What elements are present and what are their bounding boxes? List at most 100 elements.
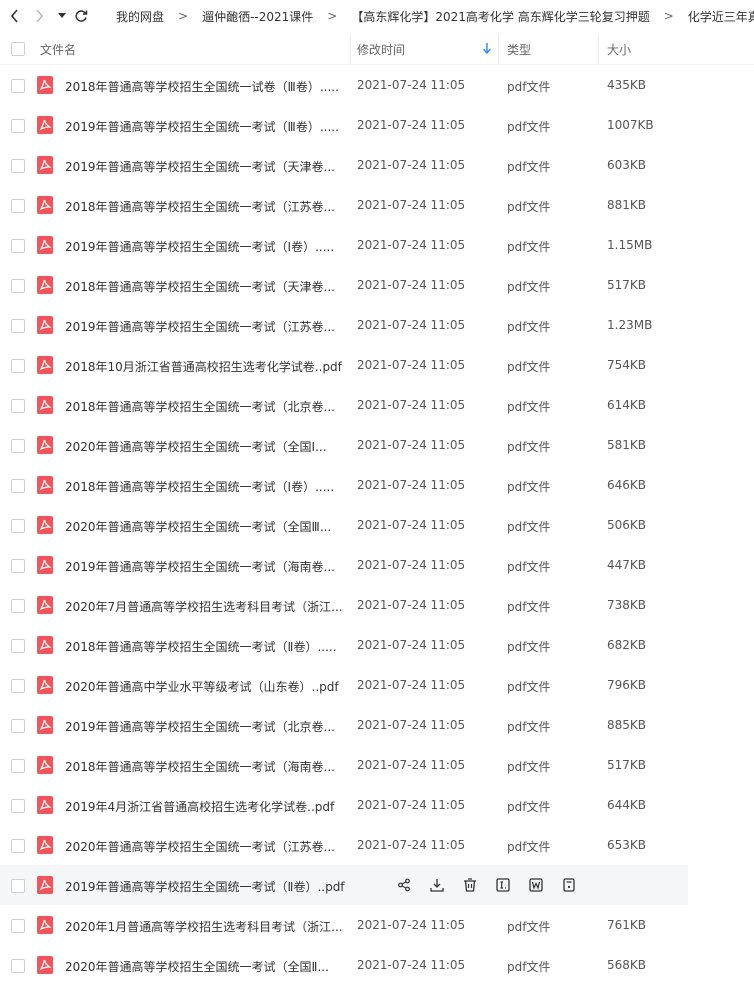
share-icon[interactable] bbox=[396, 877, 412, 893]
row-checkbox[interactable] bbox=[11, 479, 25, 493]
file-name[interactable]: 2018年普通高等学校招生全国统一考试（海南卷... bbox=[65, 758, 335, 775]
file-row[interactable]: 2019年4月浙江省普通高校招生选考化学试卷..pdf 2021-07-24 1… bbox=[0, 785, 754, 825]
row-checkbox[interactable] bbox=[11, 199, 25, 213]
row-checkbox[interactable] bbox=[11, 639, 25, 653]
row-checkbox[interactable] bbox=[11, 439, 25, 453]
more-doc-icon[interactable] bbox=[561, 877, 577, 893]
file-row[interactable]: 2019年普通高等学校招生全国统一考试（海南卷... 2021-07-24 11… bbox=[0, 545, 754, 585]
select-all-checkbox[interactable] bbox=[11, 42, 25, 56]
row-checkbox[interactable] bbox=[11, 279, 25, 293]
refresh-icon[interactable] bbox=[74, 0, 88, 32]
file-name[interactable]: 2019年普通高等学校招生全国统一考试（天津卷... bbox=[65, 158, 335, 175]
file-row[interactable]: 2020年1月普通高等学校招生选考科目考试（浙江... 2021-07-24 1… bbox=[0, 905, 754, 945]
file-name[interactable]: 2020年普通高等学校招生全国统一考试（全国Ⅱ... bbox=[65, 958, 329, 975]
row-checkbox[interactable] bbox=[11, 959, 25, 973]
row-checkbox[interactable] bbox=[11, 919, 25, 933]
column-header-name[interactable]: 文件名 bbox=[40, 41, 76, 58]
column-header-size[interactable]: 大小 bbox=[607, 41, 631, 58]
forward-icon[interactable] bbox=[34, 0, 44, 32]
file-row[interactable]: 2018年普通高等学校招生全国统一考试（江苏卷... 2021-07-24 11… bbox=[0, 185, 754, 225]
row-checkbox[interactable] bbox=[11, 519, 25, 533]
file-name[interactable]: 2019年普通高等学校招生全国统一考试（Ⅱ卷）..pdf bbox=[65, 878, 345, 895]
file-row[interactable]: 2018年普通高等学校招生全国统一考试（Ⅰ卷）..... 2021-07-24 … bbox=[0, 465, 754, 505]
file-name[interactable]: 2019年4月浙江省普通高校招生选考化学试卷..pdf bbox=[65, 798, 334, 815]
file-name[interactable]: 2019年普通高等学校招生全国统一考试（Ⅰ卷）..... bbox=[65, 238, 334, 255]
row-checkbox[interactable] bbox=[11, 679, 25, 693]
file-row[interactable]: 2019年普通高等学校招生全国统一考试（江苏卷... 2021-07-24 11… bbox=[0, 305, 754, 345]
row-checkbox[interactable] bbox=[11, 839, 25, 853]
convert-word-icon[interactable] bbox=[528, 877, 544, 893]
row-checkbox[interactable] bbox=[11, 79, 25, 93]
file-name[interactable]: 2019年普通高等学校招生全国统一考试（江苏卷... bbox=[65, 318, 335, 335]
file-modified-time: 2021-07-24 11:05 bbox=[357, 598, 466, 612]
file-row[interactable]: 2020年7月普通高等学校招生选考科目考试（浙江... 2021-07-24 1… bbox=[0, 585, 754, 625]
file-modified-time: 2021-07-24 11:05 bbox=[357, 678, 466, 692]
file-name[interactable]: 2020年1月普通高等学校招生选考科目考试（浙江... bbox=[65, 918, 343, 935]
column-divider[interactable] bbox=[598, 34, 599, 64]
row-checkbox[interactable] bbox=[11, 119, 25, 133]
file-row-hovered[interactable]: 2019年普通高等学校招生全国统一考试（Ⅱ卷）..pdf bbox=[0, 865, 688, 905]
row-checkbox[interactable] bbox=[11, 319, 25, 333]
delete-icon[interactable] bbox=[462, 877, 478, 893]
file-name[interactable]: 2020年普通高中学业水平等级考试（山东卷）..pdf bbox=[65, 678, 339, 695]
file-row[interactable]: 2019年普通高等学校招生全国统一考试（Ⅰ卷）..... 2021-07-24 … bbox=[0, 225, 754, 265]
row-checkbox[interactable] bbox=[11, 599, 25, 613]
column-header-type[interactable]: 类型 bbox=[507, 41, 531, 58]
pdf-file-icon bbox=[37, 756, 53, 774]
caret-down-icon[interactable] bbox=[58, 0, 66, 32]
column-header-modified-time[interactable]: 修改时间 bbox=[357, 41, 405, 58]
row-checkbox[interactable] bbox=[11, 239, 25, 253]
column-divider[interactable] bbox=[498, 34, 499, 64]
file-name[interactable]: 2018年普通高等学校招生全国统一考试（北京卷... bbox=[65, 398, 335, 415]
row-checkbox[interactable] bbox=[11, 359, 25, 373]
file-row[interactable]: 2018年普通高等学校招生全国统一考试（天津卷... 2021-07-24 11… bbox=[0, 265, 754, 305]
row-checkbox[interactable] bbox=[11, 719, 25, 733]
sort-arrow-down-icon[interactable] bbox=[482, 43, 492, 57]
file-name[interactable]: 2018年普通高等学校招生全国统一考试（天津卷... bbox=[65, 278, 335, 295]
file-row[interactable]: 2018年10月浙江省普通高校招生选考化学试卷..pdf 2021-07-24 … bbox=[0, 345, 754, 385]
file-row[interactable]: 2018年普通高等学校招生全国统一试卷（Ⅲ卷）..... 2021-07-24 … bbox=[0, 65, 754, 105]
file-type: pdf文件 bbox=[507, 760, 551, 774]
file-row[interactable]: 2020年普通高等学校招生全国统一考试（全国Ⅲ... 2021-07-24 11… bbox=[0, 505, 754, 545]
extract-text-icon[interactable] bbox=[495, 877, 511, 893]
file-name[interactable]: 2019年普通高等学校招生全国统一考试（北京卷... bbox=[65, 718, 335, 735]
file-row[interactable]: 2018年普通高等学校招生全国统一考试（Ⅱ卷）..... 2021-07-24 … bbox=[0, 625, 754, 665]
download-icon[interactable] bbox=[429, 877, 445, 893]
file-name[interactable]: 2020年普通高等学校招生全国统一考试（全国Ⅲ... bbox=[65, 518, 331, 535]
file-row[interactable]: 2020年普通高中学业水平等级考试（山东卷）..pdf 2021-07-24 1… bbox=[0, 665, 754, 705]
file-name[interactable]: 2018年10月浙江省普通高校招生选考化学试卷..pdf bbox=[65, 358, 342, 375]
file-row[interactable]: 2019年普通高等学校招生全国统一考试（Ⅲ卷）..... 2021-07-24 … bbox=[0, 105, 754, 145]
file-name[interactable]: 2018年普通高等学校招生全国统一试卷（Ⅲ卷）..... bbox=[65, 78, 339, 95]
file-row[interactable]: 2019年普通高等学校招生全国统一考试（天津卷... 2021-07-24 11… bbox=[0, 145, 754, 185]
file-row[interactable]: 2018年普通高等学校招生全国统一考试（北京卷... 2021-07-24 11… bbox=[0, 385, 754, 425]
row-checkbox[interactable] bbox=[11, 799, 25, 813]
file-type: pdf文件 bbox=[507, 840, 551, 854]
file-row[interactable]: 2020年普通高等学校招生全国统一考试（全国Ⅱ... 2021-07-24 11… bbox=[0, 945, 754, 985]
row-checkbox[interactable] bbox=[11, 159, 25, 173]
breadcrumb-item-current-folder[interactable]: 化学近三年真题 bbox=[688, 8, 754, 25]
row-checkbox[interactable] bbox=[11, 759, 25, 773]
row-checkbox[interactable] bbox=[11, 879, 25, 893]
file-name[interactable]: 2019年普通高等学校招生全国统一考试（Ⅲ卷）..... bbox=[65, 118, 339, 135]
file-name[interactable]: 2020年普通高等学校招生全国统一考试（江苏卷... bbox=[65, 838, 335, 855]
file-name[interactable]: 2019年普通高等学校招生全国统一考试（海南卷... bbox=[65, 558, 335, 575]
file-name[interactable]: 2018年普通高等学校招生全国统一考试（Ⅰ卷）..... bbox=[65, 478, 334, 495]
row-checkbox[interactable] bbox=[11, 399, 25, 413]
breadcrumb-item-review-folder[interactable]: 【高东辉化学】2021高考化学 高东辉化学三轮复习押题 bbox=[351, 8, 649, 25]
file-row[interactable]: 2020年普通高等学校招生全国统一考试（江苏卷... 2021-07-24 11… bbox=[0, 825, 754, 865]
file-type: pdf文件 bbox=[507, 120, 551, 134]
file-name[interactable]: 2020年普通高等学校招生全国统一考试（全国Ⅰ... bbox=[65, 438, 327, 455]
file-row[interactable]: 2019年普通高等学校招生全国统一考试（北京卷... 2021-07-24 11… bbox=[0, 705, 754, 745]
file-size: 447KB bbox=[607, 558, 647, 572]
file-name[interactable]: 2018年普通高等学校招生全国统一考试（江苏卷... bbox=[65, 198, 335, 215]
file-name[interactable]: 2020年7月普通高等学校招生选考科目考试（浙江... bbox=[65, 598, 343, 615]
breadcrumb-item-my-drive[interactable]: 我的网盘 bbox=[116, 8, 164, 25]
column-divider[interactable] bbox=[350, 34, 351, 64]
file-name[interactable]: 2018年普通高等学校招生全国统一考试（Ⅱ卷）..... bbox=[65, 638, 337, 655]
breadcrumb-item-courseware[interactable]: 遛仲靤徆--2021课件 bbox=[202, 8, 313, 25]
row-checkbox[interactable] bbox=[11, 559, 25, 573]
back-icon[interactable] bbox=[10, 0, 20, 32]
file-type: pdf文件 bbox=[507, 320, 551, 334]
file-row[interactable]: 2020年普通高等学校招生全国统一考试（全国Ⅰ... 2021-07-24 11… bbox=[0, 425, 754, 465]
file-row[interactable]: 2018年普通高等学校招生全国统一考试（海南卷... 2021-07-24 11… bbox=[0, 745, 754, 785]
